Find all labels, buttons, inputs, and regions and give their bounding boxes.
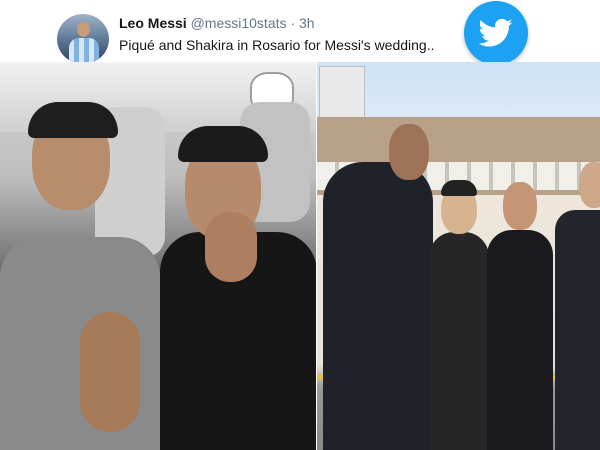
person-1-body: [323, 162, 433, 450]
person-2-cap: [441, 180, 477, 196]
twitter-bird-icon: [464, 1, 528, 65]
person-right-cap: [178, 126, 268, 162]
tweet-time[interactable]: 3h: [299, 15, 315, 31]
person-3-head: [503, 182, 537, 230]
media-photo-left[interactable]: [0, 62, 317, 450]
tweet-media[interactable]: [0, 62, 600, 450]
person-2-body: [429, 232, 489, 450]
person-left-cap: [28, 102, 118, 138]
media-photo-right[interactable]: [317, 62, 600, 450]
tweet-header: Leo Messi @messi10stats · 3h Piqué and S…: [0, 0, 600, 65]
avatar-shirt: [69, 38, 99, 64]
author-name[interactable]: Leo Messi: [119, 15, 187, 31]
author-handle[interactable]: @messi10stats: [191, 15, 287, 31]
author-row: Leo Messi @messi10stats · 3h: [119, 15, 315, 31]
person-4-head: [579, 162, 600, 208]
avatar[interactable]: [57, 14, 109, 64]
person-1-head: [389, 124, 429, 180]
person-3-body: [487, 230, 553, 450]
person-left-arm: [80, 312, 140, 432]
separator-dot: ·: [290, 15, 296, 31]
person-4-body: [555, 210, 600, 450]
avatar-head: [77, 22, 90, 37]
twitter-bird-glyph: [479, 18, 513, 47]
tweet-text: Piqué and Shakira in Rosario for Messi's…: [119, 37, 435, 53]
person-right-hand: [205, 212, 257, 282]
